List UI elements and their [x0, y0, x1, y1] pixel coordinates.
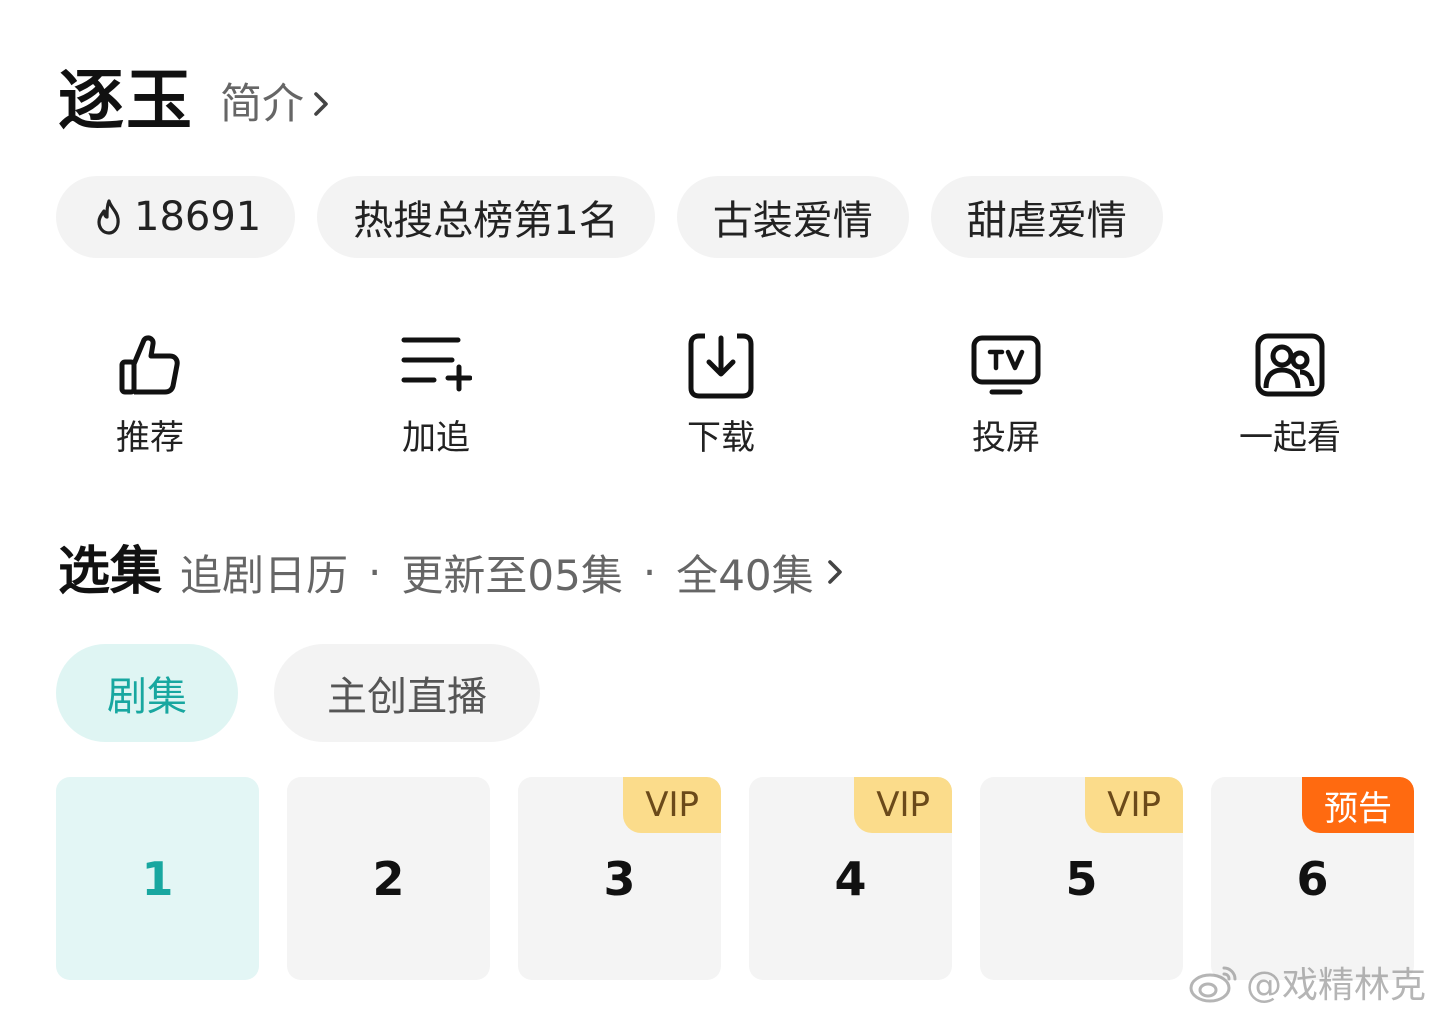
watch-together-button[interactable]: 一起看	[1210, 330, 1370, 460]
watch-together-label: 一起看	[1239, 418, 1341, 458]
episode-number: 1	[141, 851, 174, 906]
separator-dot: ·	[368, 547, 382, 597]
tag-label: 甜虐爱情	[966, 198, 1127, 244]
download-button[interactable]: 下载	[641, 330, 801, 460]
chevron-right-icon	[314, 92, 328, 116]
watermark: @戏精林克	[1188, 956, 1426, 1008]
chevron-right-icon	[827, 560, 842, 584]
show-title: 逐玉	[58, 62, 194, 139]
follow-label: 加追	[402, 418, 470, 458]
total-label: 全40集	[676, 550, 814, 600]
segment-control: 剧集 主创直播	[56, 644, 540, 742]
episode-tile-2[interactable]: 2	[287, 777, 490, 980]
episode-tile-1[interactable]: 1	[56, 777, 259, 980]
intro-link[interactable]: 简介	[220, 76, 336, 132]
segment-episodes[interactable]: 剧集	[56, 644, 238, 742]
tag-hot-rank[interactable]: 热搜总榜第1名	[317, 176, 655, 258]
download-label: 下载	[687, 418, 755, 458]
intro-label: 简介	[220, 79, 305, 128]
calendar-label: 追剧日历	[180, 550, 349, 600]
episode-tile-5[interactable]: VIP 5	[980, 777, 1183, 980]
tag-genre-sweet-angst[interactable]: 甜虐爱情	[930, 176, 1163, 258]
segment-cast-live[interactable]: 主创直播	[274, 644, 540, 742]
episode-number: 4	[834, 851, 867, 906]
episode-tile-6[interactable]: 预告 6	[1211, 777, 1414, 980]
episode-grid: 1 2 VIP 3 VIP 4 VIP 5 预告 6	[56, 777, 1414, 980]
episode-number: 6	[1296, 851, 1329, 906]
updated-label: 更新至05集	[401, 550, 623, 600]
tag-label: 古装爱情	[712, 198, 873, 244]
watch-together-icon	[1255, 333, 1325, 397]
title-row: 逐玉 简介	[58, 62, 336, 140]
preview-badge: 预告	[1302, 777, 1414, 833]
thumbs-up-icon	[119, 335, 180, 395]
vip-badge: VIP	[623, 777, 721, 833]
episode-tile-4[interactable]: VIP 4	[749, 777, 952, 980]
recommend-label: 推荐	[116, 418, 184, 458]
add-to-list-icon	[401, 337, 472, 392]
follow-button[interactable]: 加追	[356, 330, 516, 460]
watermark-text: @戏精林克	[1245, 965, 1426, 1006]
episode-number: 3	[603, 851, 636, 906]
episode-meta-link[interactable]: 追剧日历 · 更新至05集 · 全40集	[180, 542, 850, 603]
tv-cast-icon	[971, 335, 1041, 395]
episode-header: 选集 追剧日历 · 更新至05集 · 全40集	[58, 540, 850, 604]
episode-number: 5	[1065, 851, 1098, 906]
episode-tile-3[interactable]: VIP 3	[518, 777, 721, 980]
detail-page: 逐玉 简介 18691 热搜总榜第1名 古装爱情 甜虐爱情 推荐 加追 下载 投…	[0, 0, 1440, 1022]
tag-list: 18691 热搜总榜第1名 古装爱情 甜虐爱情	[56, 176, 1163, 258]
cast-label: 投屏	[972, 418, 1040, 458]
tag-label: 热搜总榜第1名	[353, 198, 619, 244]
episode-number: 2	[372, 851, 405, 906]
episode-section-title: 选集	[58, 542, 163, 602]
download-icon	[688, 333, 754, 399]
tag-genre-costume-romance[interactable]: 古装爱情	[676, 176, 909, 258]
vip-badge: VIP	[854, 777, 952, 833]
cast-button[interactable]: 投屏	[926, 330, 1086, 460]
recommend-button[interactable]: 推荐	[70, 330, 230, 460]
weibo-logo-icon	[1189, 966, 1237, 1003]
flame-icon	[97, 199, 120, 235]
vip-badge: VIP	[1085, 777, 1183, 833]
separator-dot: ·	[642, 547, 657, 597]
heat-value: 18691	[134, 194, 262, 240]
heat-tag[interactable]: 18691	[56, 176, 296, 258]
